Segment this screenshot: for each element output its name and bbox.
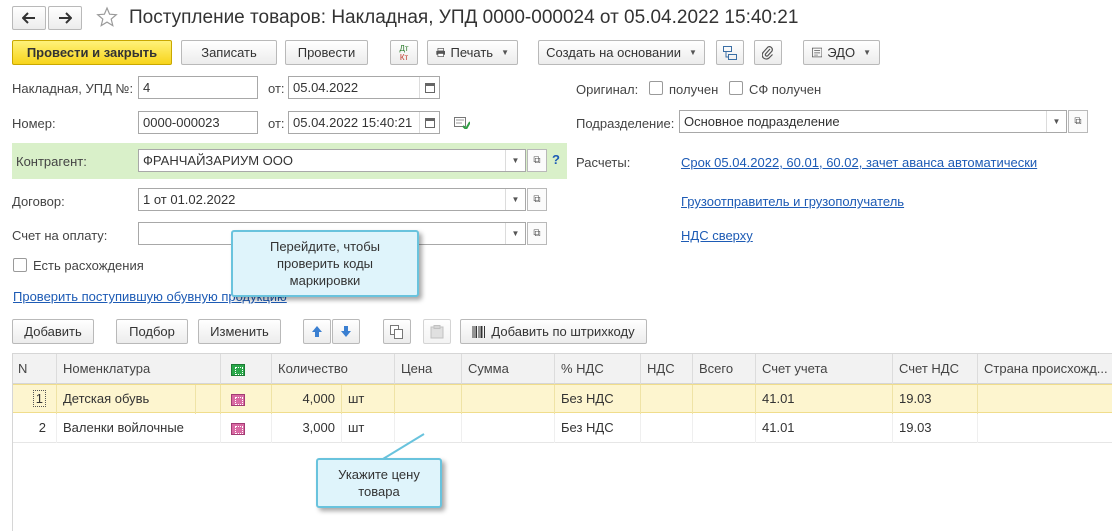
- marking-tooltip: Перейдите, чтобы проверить коды маркиров…: [231, 230, 419, 297]
- price-tooltip: Укажите цену товара: [316, 458, 442, 508]
- tooltip-pointers: [282, 267, 425, 463]
